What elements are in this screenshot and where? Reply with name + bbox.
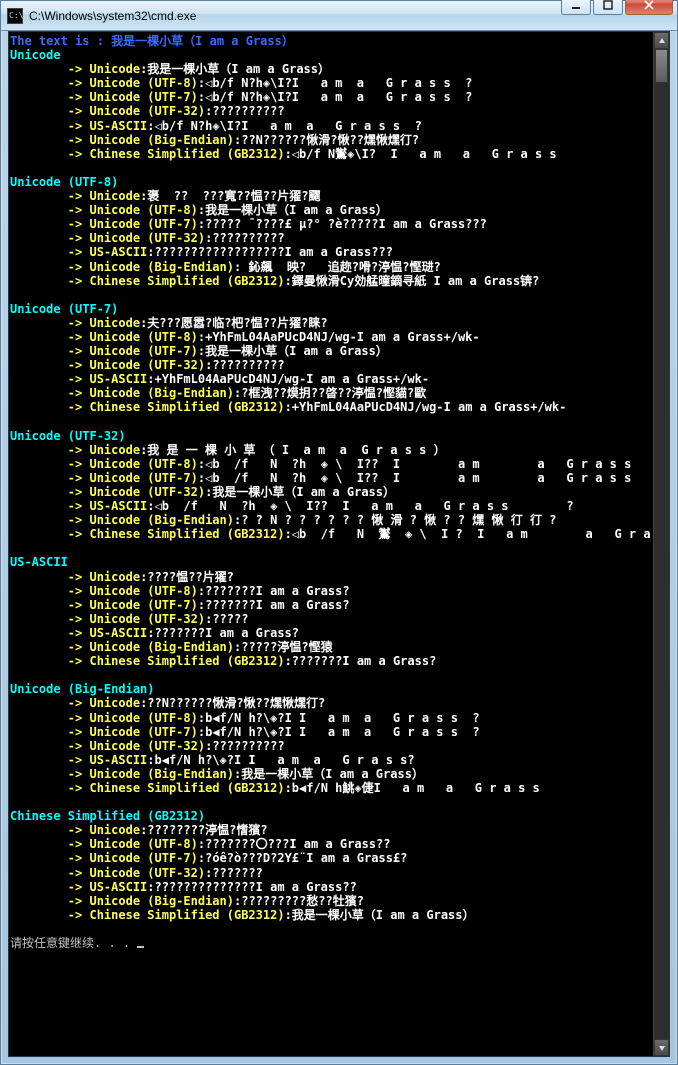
scroll-down-button[interactable]	[654, 1039, 669, 1056]
vertical-scrollbar[interactable]	[653, 32, 669, 1056]
console-output: The text is : 我是一棵小草（I am a Grass） Unico…	[9, 32, 653, 1056]
cmd-icon	[7, 8, 23, 24]
cmd-window: C:\Windows\system32\cmd.exe The text is …	[0, 0, 678, 1065]
maximize-button[interactable]	[593, 0, 623, 15]
minimize-button[interactable]	[561, 0, 591, 15]
close-button[interactable]	[625, 0, 673, 15]
client-area: The text is : 我是一棵小草（I am a Grass） Unico…	[8, 31, 670, 1057]
scroll-track[interactable]	[654, 49, 669, 1039]
scroll-thumb[interactable]	[655, 49, 668, 83]
titlebar[interactable]: C:\Windows\system32\cmd.exe	[1, 1, 677, 31]
window-title: C:\Windows\system32\cmd.exe	[29, 9, 559, 23]
scroll-up-button[interactable]	[654, 32, 669, 49]
window-buttons	[559, 0, 673, 15]
